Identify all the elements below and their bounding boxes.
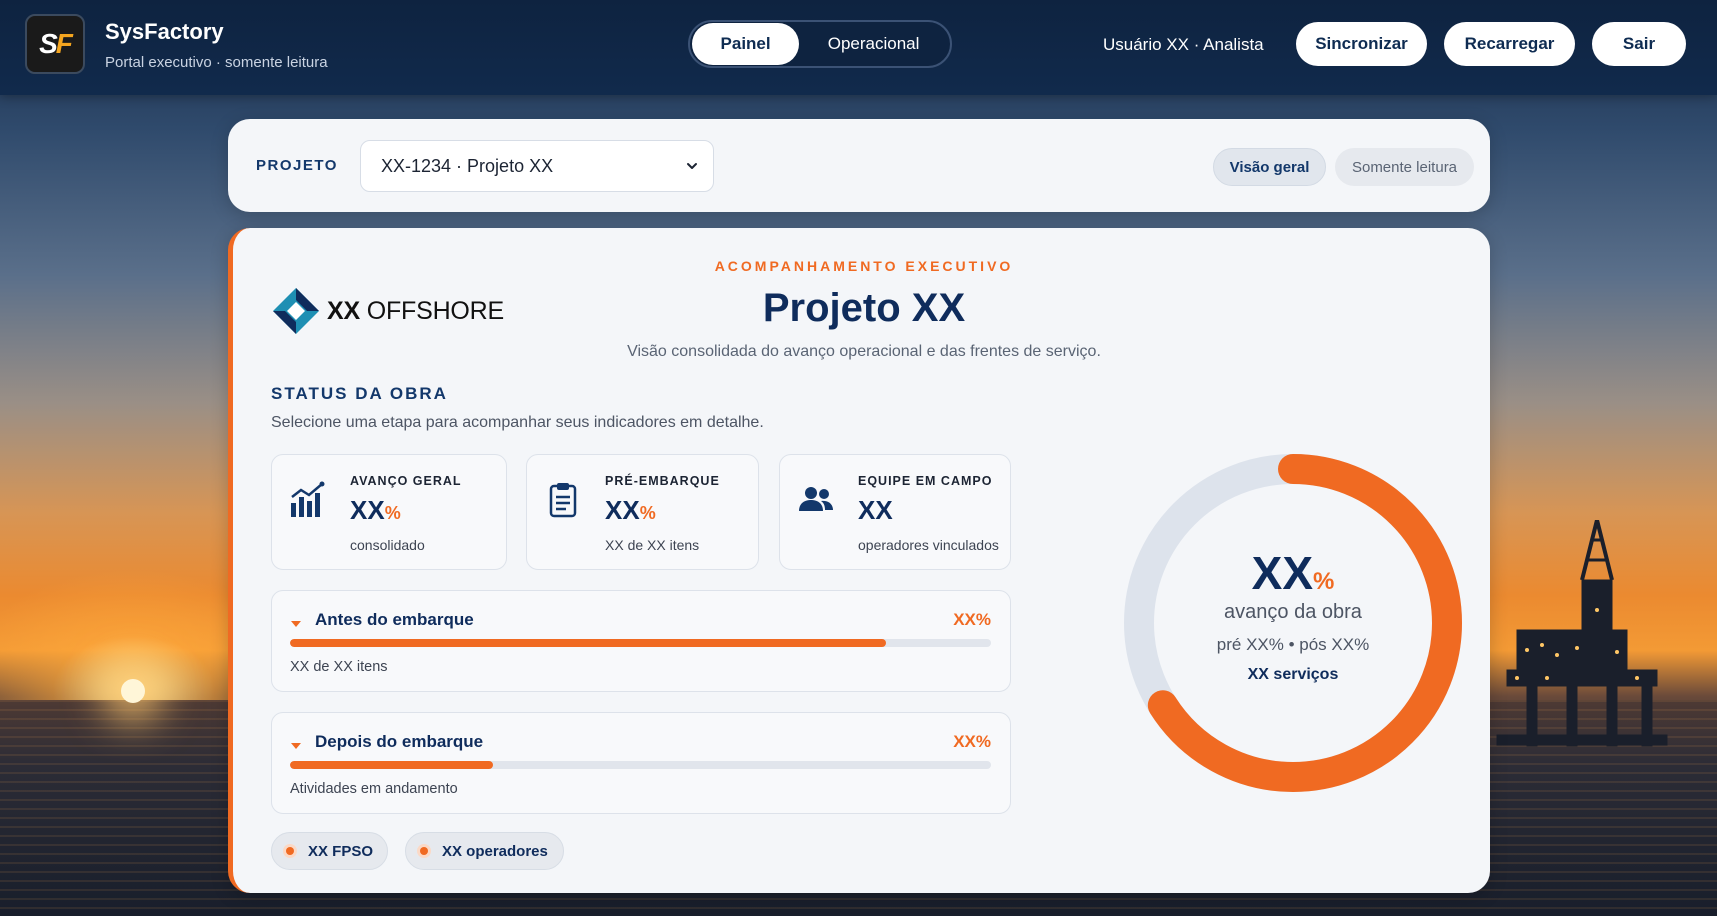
bar-chart-icon	[291, 481, 325, 517]
app-logo[interactable]: SF	[25, 14, 85, 74]
project-label: PROJETO	[256, 157, 338, 174]
chip-operadores[interactable]: XX operadores	[405, 832, 564, 870]
donut-value-unit: %	[1313, 568, 1335, 595]
donut-services: XX serviços	[1247, 666, 1339, 683]
team-icon	[799, 487, 833, 511]
project-select-value: XX-1234 · Projeto XX	[381, 155, 554, 176]
kpi-card-avanco: AVANÇO GERAL XX% consolidado	[271, 454, 507, 570]
kpi-value-unit: %	[384, 503, 401, 523]
kpi-value: XX%	[605, 495, 656, 526]
stage-description: Atividades em andamento	[290, 781, 458, 797]
caret-down-icon	[291, 621, 301, 627]
background-sun	[121, 679, 145, 703]
eyebrow-label: ACOMPANHAMENTO EXECUTIVO	[714, 258, 1014, 274]
view-switcher: Painel Operacional	[688, 20, 952, 68]
kpi-subtext: consolidado	[350, 537, 425, 553]
stage-progress-fill	[290, 639, 886, 647]
kpi-value-unit: %	[639, 503, 656, 523]
user-label: Usuário XX · Analista	[1103, 35, 1264, 54]
stage-description: XX de XX itens	[290, 659, 388, 675]
chip-fpso[interactable]: XX FPSO	[271, 832, 388, 870]
main-card: XX OFFSHORE ACOMPANHAMENTO EXECUTIVO Pro…	[228, 228, 1490, 893]
stage-percent: XX%	[953, 732, 991, 751]
donut-value: XX%	[1113, 546, 1473, 600]
kpi-value: XX%	[350, 495, 401, 526]
kpi-label: PRÉ-EMBARQUE	[605, 474, 720, 488]
caret-down-icon	[291, 743, 301, 749]
kpi-value-number: XX	[350, 495, 385, 525]
app-subtitle: Portal executivo · somente leitura	[105, 54, 328, 71]
stage-antes-embarque[interactable]: Antes do embarque XX% XX de XX itens	[271, 590, 1011, 692]
project-select[interactable]: XX-1234 · Projeto XX	[360, 140, 714, 192]
logout-button[interactable]: Sair	[1592, 22, 1686, 66]
stage-progress-track	[290, 761, 991, 769]
offshore-rig-illustration	[1496, 520, 1668, 747]
project-bar: PROJETO XX-1234 · Projeto XX Visão geral…	[228, 119, 1490, 212]
stage-name: Antes do embarque	[315, 610, 474, 629]
kpi-label: EQUIPE EM CAMPO	[858, 474, 993, 488]
kpi-card-pre-embarque: PRÉ-EMBARQUE XX% XX de XX itens	[526, 454, 759, 570]
tab-painel[interactable]: Painel	[692, 23, 800, 65]
donut-value-number: XX	[1251, 547, 1314, 599]
page-subtitle: Visão consolidada do avanço operacional …	[627, 343, 1101, 360]
top-bar: SF SysFactory Portal executivo · somente…	[0, 0, 1717, 95]
reload-button[interactable]: Recarregar	[1444, 22, 1575, 66]
stage-name: Depois do embarque	[315, 732, 484, 751]
kpi-value-number: XX	[858, 495, 893, 525]
chip-label: XX FPSO	[308, 842, 374, 860]
stage-depois-embarque[interactable]: Depois do embarque XX% Atividades em and…	[271, 712, 1011, 814]
kpi-subtext: operadores vinculados	[858, 537, 999, 553]
chip-label: XX operadores	[442, 842, 548, 860]
stage-progress-track	[290, 639, 991, 647]
section-description: Selecione uma etapa para acompanhar seus…	[271, 414, 764, 431]
kpi-subtext: XX de XX itens	[605, 537, 700, 553]
logo-letter-s: S	[39, 28, 58, 59]
chevron-down-icon	[687, 163, 697, 169]
kpi-label: AVANÇO GERAL	[350, 474, 462, 488]
logo-letter-f: F	[55, 28, 73, 59]
sync-button[interactable]: Sincronizar	[1296, 22, 1427, 66]
donut-breakdown: pré XX% • pós XX%	[1216, 635, 1370, 654]
kpi-card-equipe: EQUIPE EM CAMPO XX operadores vinculados	[779, 454, 1011, 570]
clipboard-icon	[549, 483, 577, 518]
stage-percent: XX%	[953, 610, 991, 629]
tab-operacional[interactable]: Operacional	[799, 23, 948, 65]
status-dot-icon	[283, 844, 297, 858]
section-title: STATUS DA OBRA	[271, 384, 448, 403]
page-title: Projeto XX	[762, 286, 966, 330]
stage-progress-fill	[290, 761, 494, 769]
readonly-pill: Somente leitura	[1335, 148, 1474, 186]
kpi-value: XX	[858, 495, 893, 526]
overview-pill[interactable]: Visão geral	[1213, 148, 1326, 186]
status-dot-icon	[417, 844, 431, 858]
donut-label: avanço da obra	[1224, 601, 1362, 623]
app-title: SysFactory	[105, 19, 224, 44]
kpi-value-number: XX	[605, 495, 640, 525]
